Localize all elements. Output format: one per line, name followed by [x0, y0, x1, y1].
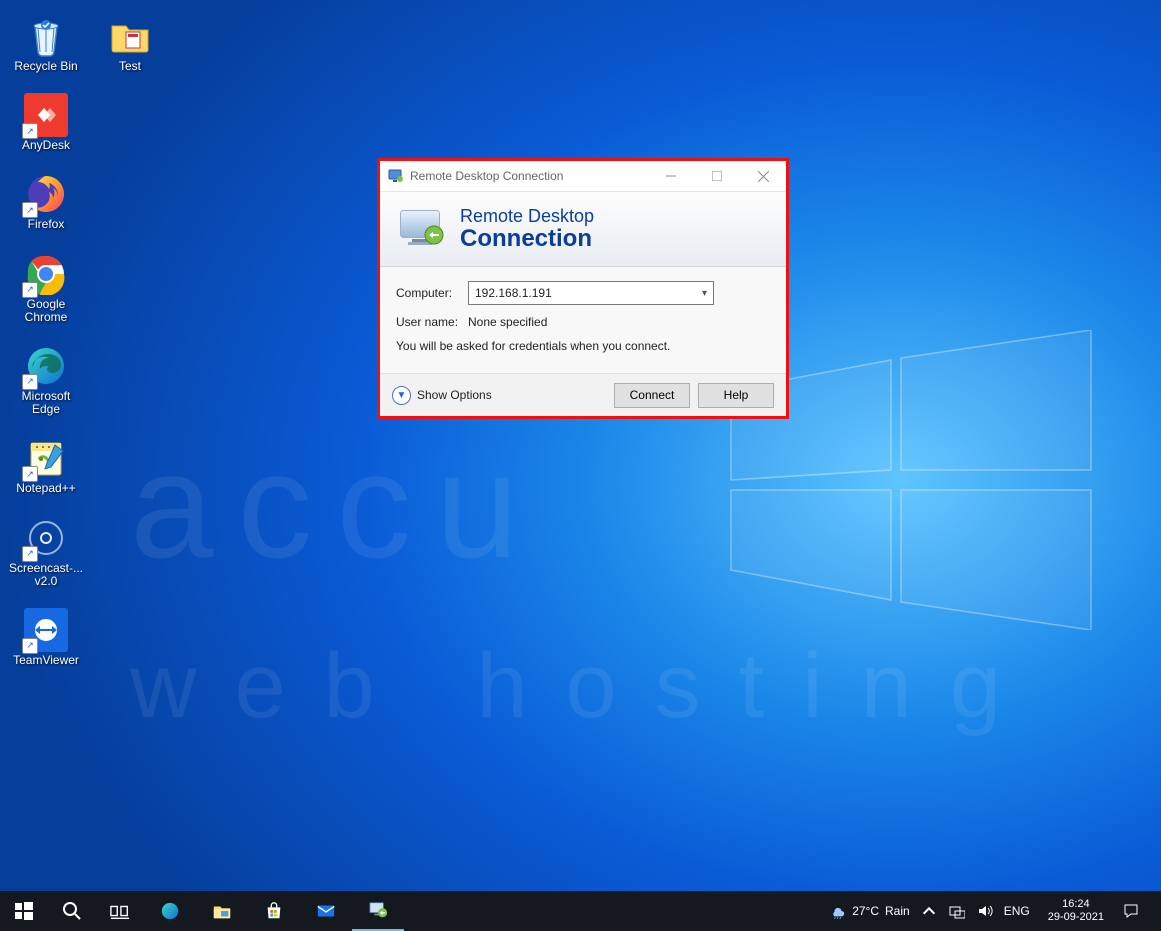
banner-line1: Remote Desktop [460, 207, 594, 226]
weather-widget[interactable]: 27°C Rain [830, 903, 910, 919]
taskbar-app-store[interactable] [248, 891, 300, 931]
dialog-body: Computer: 192.168.1.191 ▾ User name: Non… [380, 267, 786, 373]
taskbar-app-explorer[interactable] [196, 891, 248, 931]
taskbar-app-mail[interactable] [300, 891, 352, 931]
network-icon[interactable] [948, 903, 966, 919]
recycle-bin-icon [24, 14, 68, 58]
desktop[interactable]: accu web hosting Recycle Bin ↗ AnyDes [0, 0, 1161, 931]
computer-label: Computer: [396, 286, 468, 300]
credentials-hint: You will be asked for credentials when y… [396, 339, 770, 353]
desktop-icon-recycle-bin[interactable]: Recycle Bin [8, 14, 84, 73]
computer-value: 192.168.1.191 [475, 286, 702, 300]
notepadpp-icon: ↗ [24, 436, 68, 480]
desktop-icon-edge[interactable]: ↗ Microsoft Edge [8, 344, 84, 416]
dialog-banner: Remote Desktop Connection [380, 192, 786, 267]
show-options-toggle[interactable]: ▼ Show Options [392, 386, 492, 405]
chevron-down-circle-icon: ▼ [392, 386, 411, 405]
chrome-icon: ↗ [24, 252, 68, 296]
desktop-icon-notepadpp[interactable]: ↗ Notepad++ [8, 436, 84, 495]
clock[interactable]: 16:24 29-09-2021 [1040, 898, 1112, 924]
taskbar-app-rdc[interactable] [352, 891, 404, 931]
banner-line2: Connection [460, 226, 594, 251]
rdc-banner-icon [398, 207, 448, 251]
volume-icon[interactable] [976, 903, 994, 919]
help-button[interactable]: Help [698, 383, 774, 408]
language-indicator[interactable]: ENG [1004, 904, 1030, 918]
watermark: accu web hosting [130, 430, 1121, 732]
username-label: User name: [396, 315, 468, 329]
action-center-button[interactable] [1122, 903, 1140, 919]
teamviewer-icon: ↗ [24, 608, 68, 652]
close-button[interactable] [740, 161, 786, 191]
minimize-button[interactable] [648, 161, 694, 191]
anydesk-icon: ↗ [24, 93, 68, 137]
chevron-down-icon: ▾ [702, 288, 707, 299]
desktop-icon-chrome[interactable]: ↗ Google Chrome [8, 252, 84, 324]
dialog-titlebar[interactable]: Remote Desktop Connection [380, 161, 786, 192]
search-button[interactable] [48, 891, 96, 931]
firefox-icon: ↗ [24, 172, 68, 216]
folder-icon [108, 14, 152, 58]
rdc-app-icon [388, 168, 404, 184]
tray-overflow-button[interactable] [920, 903, 938, 919]
desktop-icon-firefox[interactable]: ↗ Firefox [8, 172, 84, 231]
maximize-button[interactable] [694, 161, 740, 191]
computer-combobox[interactable]: 192.168.1.191 ▾ [468, 281, 714, 305]
desktop-icon-teamviewer[interactable]: ↗ TeamViewer [8, 608, 84, 667]
desktop-icon-anydesk[interactable]: ↗ AnyDesk [8, 93, 84, 152]
system-tray: 27°C Rain ENG 16:24 29-09-2021 [830, 891, 1161, 931]
desktop-icon-test-folder[interactable]: Test [92, 14, 168, 73]
edge-icon: ↗ [24, 344, 68, 388]
screencast-icon: ↗ [24, 516, 68, 560]
username-value: None specified [468, 315, 547, 329]
dialog-footer: ▼ Show Options Connect Help [380, 373, 786, 416]
taskbar: 27°C Rain ENG 16:24 29-09-2021 [0, 891, 1161, 931]
remote-desktop-dialog: Remote Desktop Connection Remote Desktop… [377, 158, 789, 419]
task-view-button[interactable] [96, 891, 144, 931]
taskbar-app-edge[interactable] [144, 891, 196, 931]
dialog-title: Remote Desktop Connection [410, 169, 648, 183]
desktop-icon-screencast[interactable]: ↗ Screencast-... v2.0 [8, 516, 84, 588]
connect-button[interactable]: Connect [614, 383, 690, 408]
start-button[interactable] [0, 891, 48, 931]
